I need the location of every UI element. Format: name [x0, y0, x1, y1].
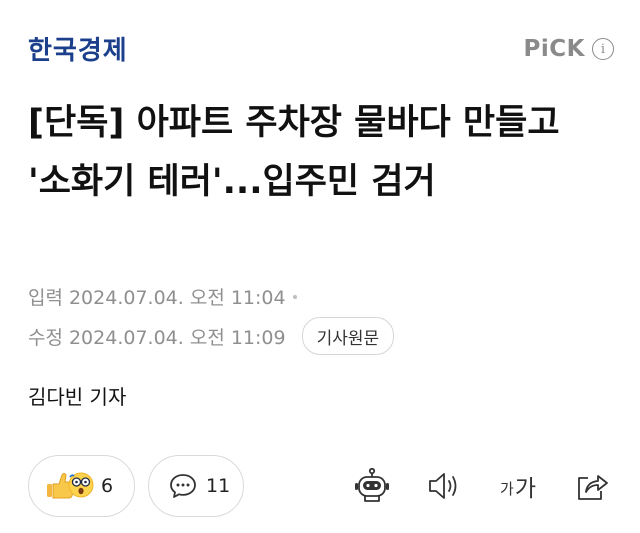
share-button[interactable]	[572, 466, 612, 506]
comment-count: 11	[206, 475, 231, 497]
pick-label: PiCK	[523, 36, 585, 62]
robot-summary-icon	[355, 467, 389, 502]
pick-badge[interactable]: PiCK i	[524, 36, 614, 62]
author-name[interactable]: 김다빈 기자	[28, 381, 126, 410]
input-timestamp: 입력 2024.07.04. 오전 11:04	[28, 283, 297, 310]
info-icon[interactable]: i	[592, 38, 614, 60]
modified-timestamp: 수정 2024.07.04. 오전 11:09 기사원문	[28, 317, 395, 355]
reaction-button[interactable]: 6	[28, 455, 135, 517]
modified-time: 2024.07.04. 오전 11:09	[68, 326, 286, 349]
listen-button[interactable]	[424, 466, 464, 506]
original-article-button[interactable]: 기사원문	[301, 317, 395, 355]
header: 한국경제 PiCK i	[0, 0, 640, 92]
input-label: 입력	[28, 287, 63, 309]
reaction-count: 6	[101, 475, 114, 497]
article-title: [단독] 아파트 주차장 물바다 만들고 '소화기 테러'...입주민 검거	[28, 103, 560, 202]
input-time: 2024.07.04. 오전 11:04	[68, 287, 286, 309]
thumbs-up-surprised-emoji-icon	[43, 469, 95, 503]
font-size-button[interactable]: 가 가	[494, 466, 542, 506]
font-size-large-glyph: 가	[514, 476, 536, 502]
modified-label: 수정	[28, 326, 63, 349]
share-icon	[578, 475, 608, 500]
summary-bot-button[interactable]	[350, 466, 394, 506]
separator-dot	[292, 294, 297, 299]
speaker-icon	[429, 473, 457, 499]
speech-bubble-icon	[170, 474, 196, 498]
comment-button[interactable]: 11	[148, 455, 244, 517]
press-logo[interactable]: 한국경제	[28, 30, 128, 67]
font-size-small-glyph: 가	[500, 480, 514, 498]
